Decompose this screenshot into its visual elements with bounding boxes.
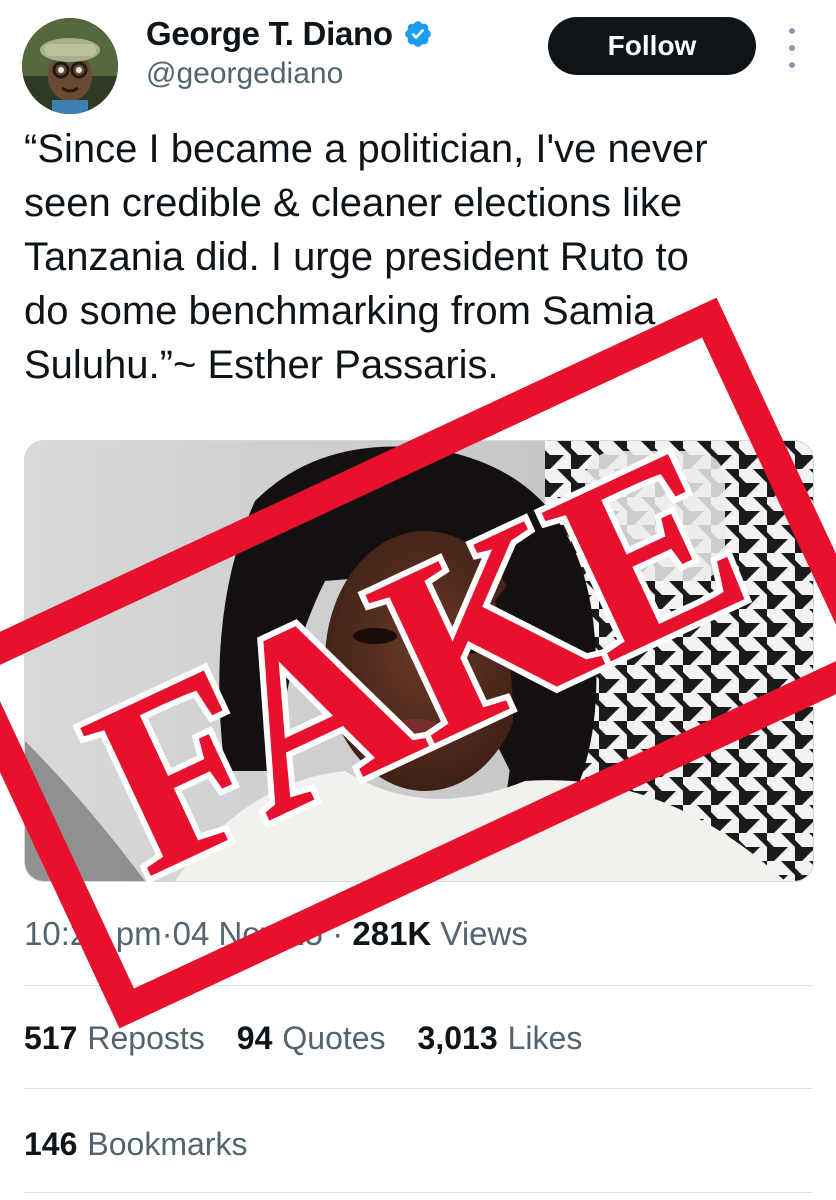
photo-illustration — [25, 441, 813, 881]
likes-label: Likes — [507, 1020, 583, 1056]
reposts-count: 517 — [24, 1020, 78, 1056]
divider — [24, 985, 812, 986]
follow-button[interactable]: Follow — [548, 17, 756, 75]
views-space — [431, 912, 440, 956]
meta-separator-2: · — [323, 915, 353, 952]
engagement-stats: 517 Reposts 94 Quotes 3,013 Likes — [24, 1016, 582, 1060]
tweet-time[interactable]: 10:21 pm — [24, 912, 162, 956]
more-dot — [789, 45, 795, 51]
reposts-label: Reposts — [87, 1020, 205, 1056]
quotes-stat[interactable]: 94 Quotes — [237, 1016, 386, 1060]
bookmarks-count: 146 — [24, 1126, 78, 1162]
author-handle[interactable]: @georgediano — [146, 56, 343, 92]
verified-badge-icon — [403, 19, 433, 49]
tweet-meta: 10:21 pm · 04 Nov 25 · 281K Views — [24, 912, 528, 956]
quotes-label: Quotes — [282, 1020, 386, 1056]
tweet-text: “Since I became a politician, I've never… — [24, 127, 708, 387]
tweet-photo[interactable] — [24, 440, 814, 882]
avatar[interactable] — [22, 18, 118, 114]
divider — [24, 1192, 812, 1193]
views-label: Views — [440, 915, 528, 952]
views-count: 281K — [352, 915, 432, 952]
likes-stat[interactable]: 3,013 Likes — [418, 1016, 583, 1060]
likes-count: 3,013 — [417, 1020, 498, 1056]
more-dot — [789, 28, 795, 34]
author-name-row[interactable]: George T. Diano — [146, 14, 433, 54]
tweet-date[interactable]: 04 Nov 25 — [173, 912, 323, 956]
divider — [24, 1088, 812, 1089]
meta-separator: · — [161, 915, 173, 952]
bookmarks-stat[interactable]: 146 Bookmarks — [24, 1122, 247, 1166]
display-name[interactable]: George T. Diano — [146, 14, 393, 54]
bookmarks-label: Bookmarks — [87, 1126, 248, 1162]
more-options-icon[interactable] — [782, 28, 802, 68]
reposts-stat[interactable]: 517 Reposts — [24, 1016, 205, 1060]
avatar-illustration — [22, 18, 118, 114]
quotes-count: 94 — [236, 1020, 273, 1056]
more-dot — [789, 62, 795, 68]
